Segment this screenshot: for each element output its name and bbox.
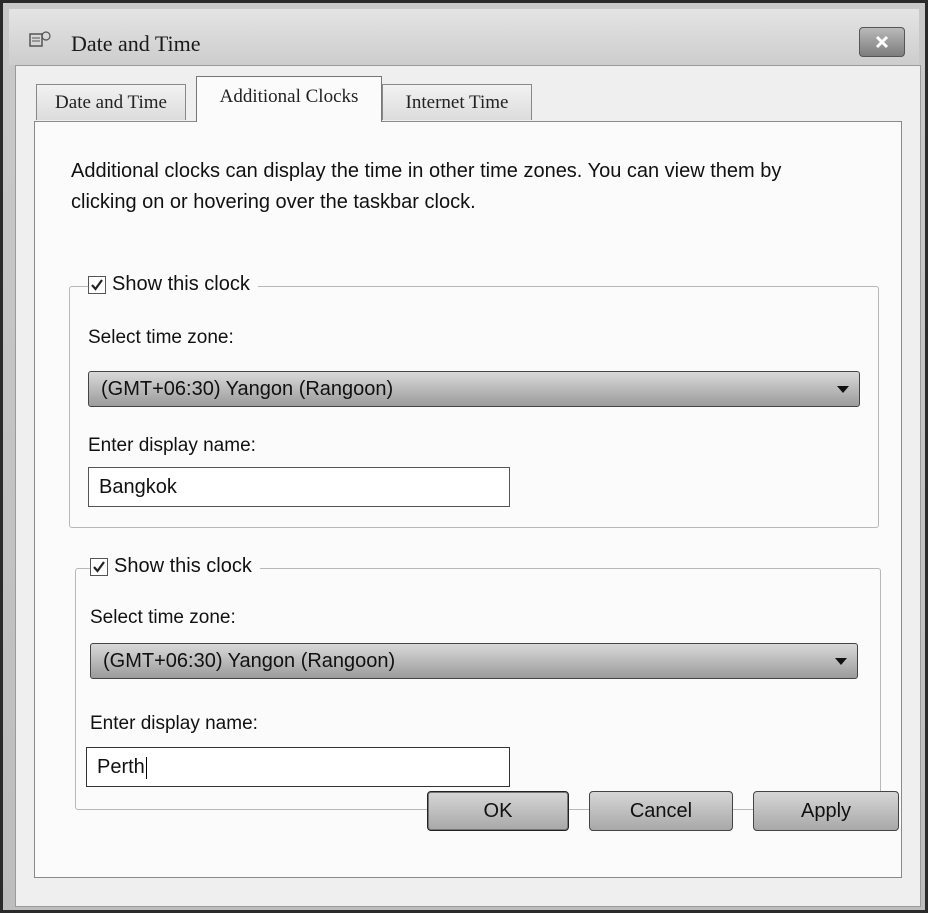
time-zone-value: (GMT+06:30) Yangon (Rangoon) [101, 378, 394, 400]
text-caret [145, 756, 147, 779]
cancel-button[interactable]: Cancel [589, 791, 733, 831]
show-clock-1-checkbox[interactable]: Show this clock [88, 273, 258, 296]
apply-button[interactable]: Apply [753, 791, 899, 831]
dropdown-arrow-icon [835, 658, 847, 665]
show-clock-label: Show this clock [114, 555, 252, 577]
tab-internet-time[interactable]: Internet Time [382, 84, 532, 120]
ok-button[interactable]: OK [427, 791, 569, 831]
tab-additional-clocks[interactable]: Additional Clocks [196, 76, 382, 122]
display-name-label: Enter display name: [90, 713, 258, 734]
additional-clocks-panel: Additional clocks can display the time i… [34, 121, 902, 878]
clock-icon [29, 31, 51, 47]
time-zone-select-2[interactable]: (GMT+06:30) Yangon (Rangoon) [90, 643, 858, 679]
checkbox-box[interactable] [88, 275, 106, 294]
display-name-value: Perth [97, 756, 145, 778]
display-name-input-1[interactable]: Bangkok [88, 467, 510, 507]
clock-group-1: Show this clock Select time zone: (GMT+0… [69, 273, 879, 528]
display-name-input-2[interactable]: Perth [86, 747, 510, 787]
dialog-body: Date and Time Additional Clocks Internet… [15, 65, 921, 907]
close-icon [875, 35, 889, 49]
display-name-value: Bangkok [99, 476, 177, 498]
time-zone-select-1[interactable]: (GMT+06:30) Yangon (Rangoon) [88, 371, 860, 407]
window-title: Date and Time [71, 31, 201, 56]
select-time-zone-label: Select time zone: [88, 327, 234, 348]
display-name-label: Enter display name: [88, 435, 256, 456]
select-time-zone-label: Select time zone: [90, 607, 236, 628]
checkmark-icon [91, 278, 103, 291]
checkmark-icon [93, 560, 105, 573]
show-clock-2-checkbox[interactable]: Show this clock [90, 555, 260, 578]
tab-date-and-time[interactable]: Date and Time [36, 84, 186, 120]
clock-group-2: Show this clock Select time zone: (GMT+0… [75, 555, 881, 810]
dialog-window: Date and Time Date and Time Additional C… [0, 0, 928, 913]
show-clock-label: Show this clock [112, 273, 250, 295]
intro-text: Additional clocks can display the time i… [71, 160, 782, 213]
time-zone-value: (GMT+06:30) Yangon (Rangoon) [103, 650, 396, 672]
close-button[interactable] [859, 27, 905, 57]
title-bar[interactable]: Date and Time [9, 9, 919, 65]
checkbox-box[interactable] [90, 557, 108, 576]
dropdown-arrow-icon [837, 386, 849, 393]
